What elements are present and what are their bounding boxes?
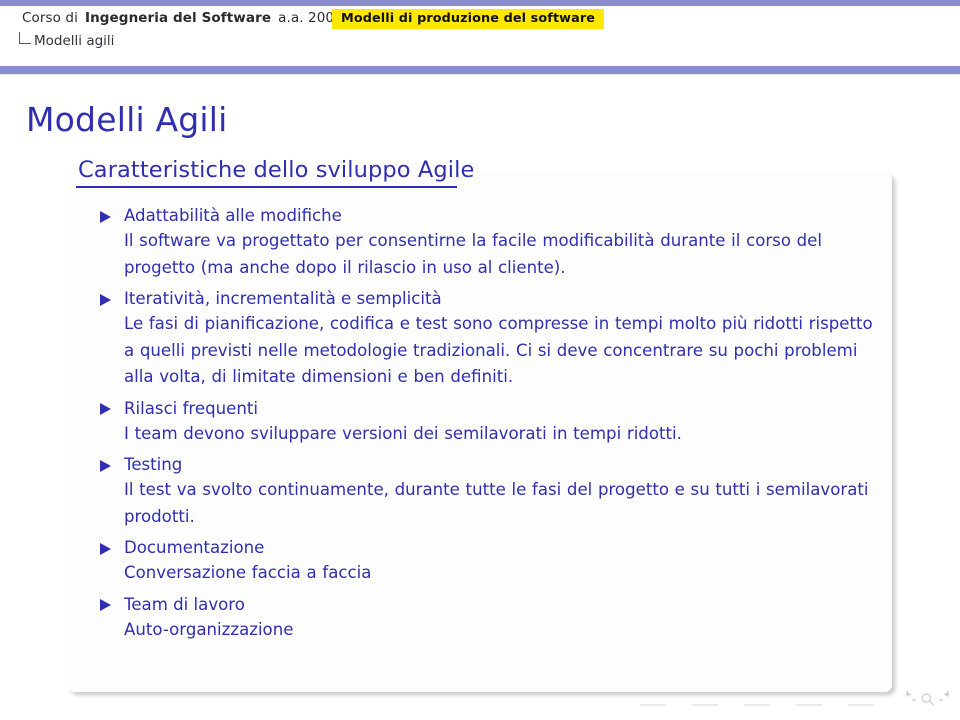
course-prefix-label: Corso di [22, 10, 78, 26]
triangle-bullet-icon [100, 293, 111, 306]
header-bar: Corso di Ingegneria del Software a.a. 2009… [0, 6, 960, 68]
list-item: Testing Il test va svolto continuamente,… [96, 452, 886, 530]
previous-slide-icon[interactable] [899, 691, 916, 708]
nav-bar-segment [692, 704, 718, 706]
list-item: Team di lavoro Auto-organizzazione [96, 592, 886, 644]
page-title: Modelli Agili [26, 100, 228, 139]
bullet-heading: Documentazione [96, 535, 886, 560]
triangle-bullet-icon [100, 459, 111, 472]
list-item: Adattabilità alle modifiche Il software … [96, 203, 886, 281]
bullet-heading-label: Documentazione [124, 538, 265, 557]
list-item: Rilasci frequenti I team devono sviluppa… [96, 396, 886, 448]
bullet-body-text: I team devono sviluppare versioni dei se… [124, 423, 682, 443]
navigation-symbols [899, 691, 956, 708]
block-title-underline [76, 186, 457, 188]
bullet-heading-label: Rilasci frequenti [124, 398, 258, 418]
next-slide-icon[interactable] [939, 691, 956, 708]
bullet-heading: Rilasci frequenti [96, 396, 886, 421]
bullet-heading: Iteratività, incrementalità e semplicità [96, 286, 886, 311]
nav-bar-segment [796, 704, 822, 706]
list-item: Iteratività, incrementalità e semplicità… [96, 286, 886, 391]
bullet-body-text: Le fasi di pianificazione, codifica e te… [124, 314, 873, 386]
block-title: Caratteristiche dello sviluppo Agile [78, 157, 475, 183]
header-bottom-rule [0, 66, 960, 74]
current-subsection-label[interactable]: Modelli agili [34, 33, 114, 49]
triangle-bullet-icon [100, 599, 111, 611]
navigation-slide-bars [640, 696, 890, 706]
breadcrumb-course: Corso di Ingegneria del Software a.a. 2009… [22, 10, 382, 26]
list-item: Documentazione Conversazione faccia a fa… [96, 535, 886, 587]
bullet-body-text: Conversazione faccia a faccia [124, 563, 372, 582]
bullet-body-text: Auto-organizzazione [124, 619, 294, 639]
breadcrumb-elbow-icon [19, 32, 31, 44]
bullet-heading-label: Adattabilità alle modifiche [124, 206, 342, 225]
bullet-heading: Testing [96, 452, 886, 477]
triangle-bullet-icon [100, 542, 111, 555]
bullet-heading: Adattabilità alle modifiche [96, 203, 886, 228]
current-section-badge[interactable]: Modelli di produzione del software [332, 9, 605, 29]
bullet-body-text: Il software va progettato per consentirn… [124, 231, 823, 277]
bullet-list: Adattabilità alle modifiche Il software … [96, 203, 886, 648]
course-name-label: Ingegneria del Software [84, 10, 272, 26]
nav-bar-segment [640, 704, 666, 706]
nav-bar-segment [848, 704, 874, 706]
triangle-bullet-icon [100, 403, 111, 415]
bullet-body-text: Il test va svolto continuamente, durante… [124, 480, 869, 526]
bullet-heading-label: Testing [124, 455, 183, 474]
bullet-heading-label: Team di lavoro [124, 594, 245, 614]
triangle-bullet-icon [100, 210, 111, 223]
bullet-heading-label: Iteratività, incrementalità e semplicità [124, 289, 442, 308]
nav-bar-segment [744, 704, 770, 706]
bullet-heading: Team di lavoro [96, 592, 886, 617]
search-icon[interactable] [920, 692, 935, 707]
